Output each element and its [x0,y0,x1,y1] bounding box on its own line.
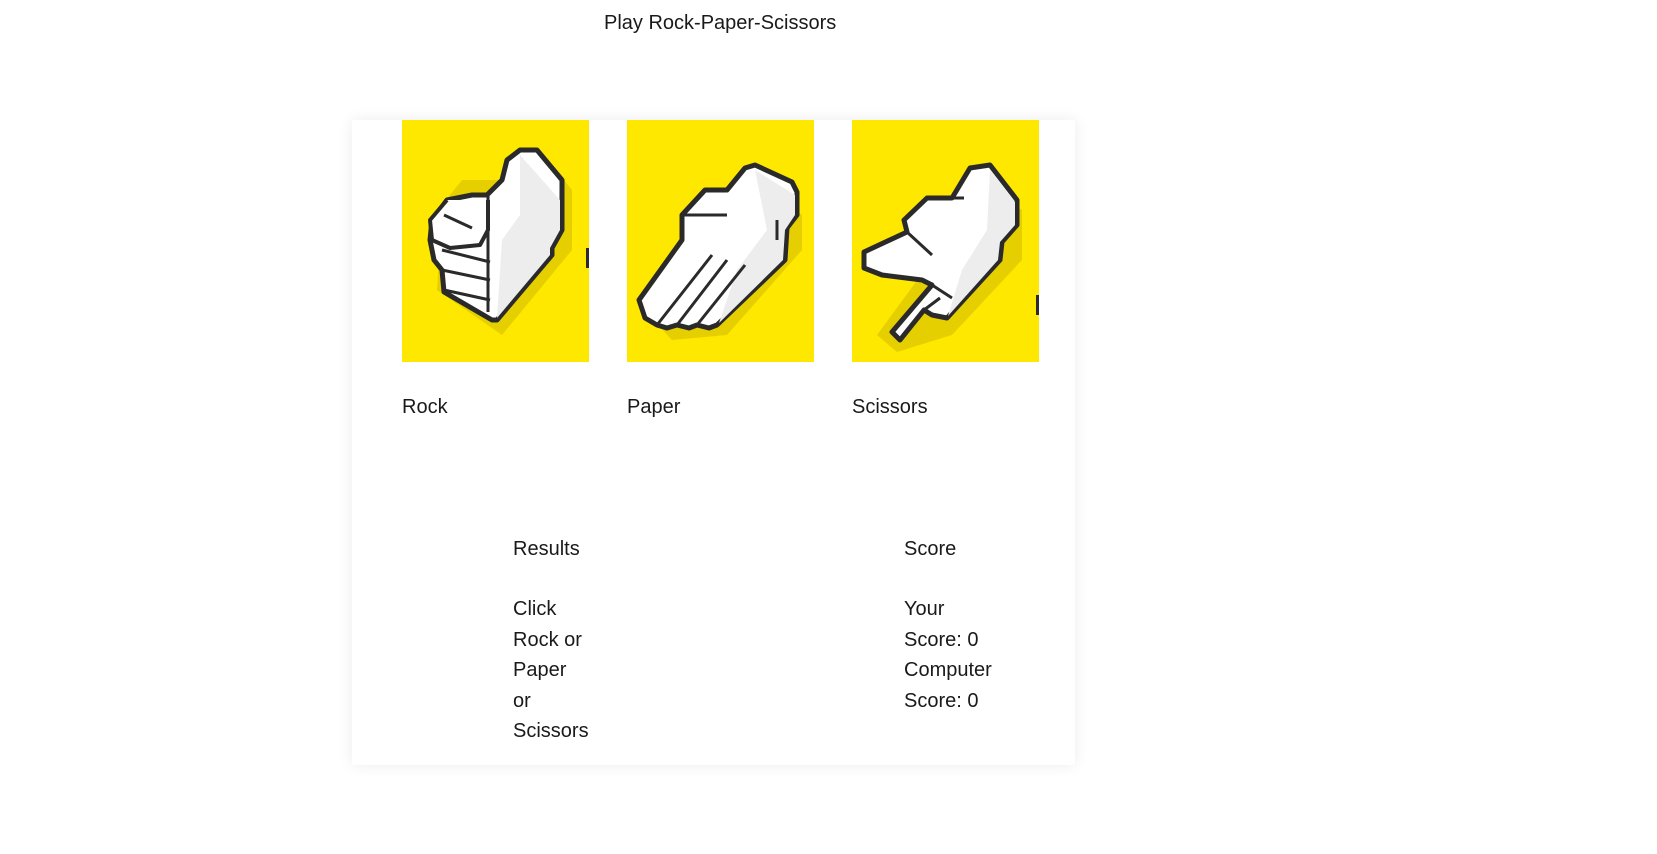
rock-image[interactable] [402,120,589,362]
results-heading: Results [513,538,580,560]
rock-label[interactable]: Rock [402,396,448,419]
paper-hand-icon [636,162,802,340]
paper-choice[interactable]: Paper [627,120,814,418]
game-card: Rock Paper Scissors Results Click Rock o… [352,120,1075,765]
computer-score: Computer Score: 0 [904,659,992,712]
scissors-image[interactable] [852,120,1039,362]
rock-hand-icon [427,147,589,335]
score-panel: Your Score: 0 Computer Score: 0 [904,594,999,716]
page-title: Play Rock-Paper-Scissors [604,12,837,34]
scissors-label[interactable]: Scissors [852,396,928,419]
scissors-choice[interactable]: Scissors [852,120,1039,418]
rock-choice[interactable]: Rock [402,120,589,418]
scissors-hand-icon [861,162,1039,352]
paper-image[interactable] [627,120,814,362]
your-score: Your Score: 0 [904,598,979,651]
score-heading: Score [904,538,957,560]
results-message: Click Rock or Paper or Scissors [513,598,589,742]
paper-label[interactable]: Paper [627,396,680,419]
